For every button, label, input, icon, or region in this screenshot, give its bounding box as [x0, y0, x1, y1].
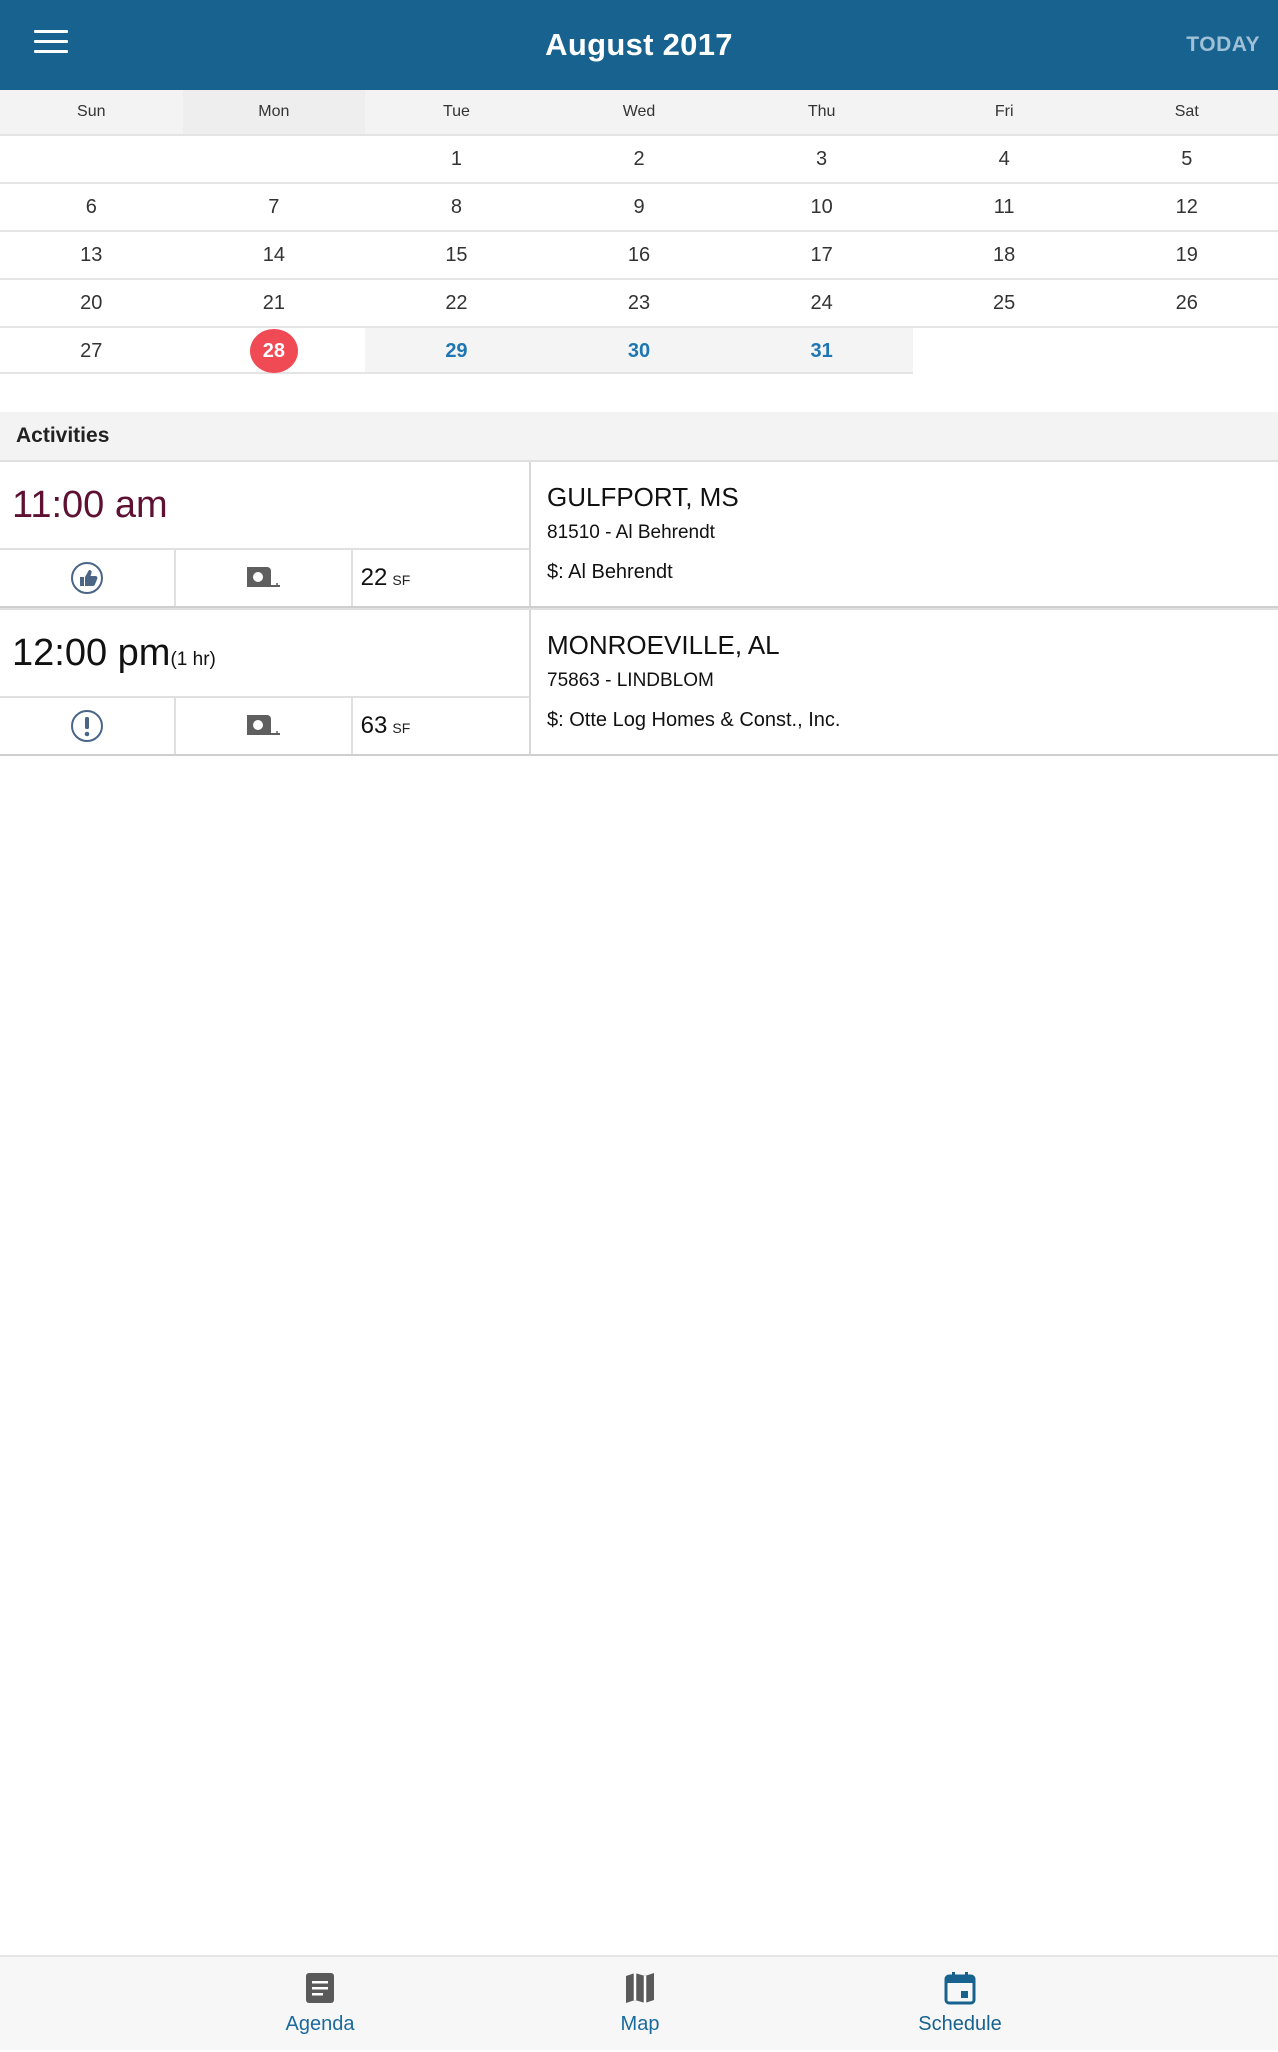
calendar-day-upcoming[interactable]: 29 [365, 328, 548, 374]
weekday-label: Wed [622, 103, 656, 120]
month-calendar: 1 2 3 4 5 6 7 8 9 10 11 12 13 14 15 16 1… [0, 134, 1278, 374]
activity-status-cell[interactable] [0, 550, 177, 606]
calendar-day[interactable]: 17 [730, 232, 913, 278]
calendar-day[interactable]: 26 [1095, 280, 1278, 326]
activity-customer: $: Otte Log Homes & Const., Inc. [547, 709, 841, 731]
map-icon [626, 1973, 654, 2003]
exclamation-icon [71, 710, 104, 742]
nav-schedule[interactable]: Schedule [860, 1957, 1060, 2052]
calendar-week: 6 7 8 9 10 11 12 [0, 184, 1278, 232]
calendar-week: 27 28 29 30 31 [0, 328, 1278, 374]
app-header: August 2017 TODAY [0, 0, 1278, 90]
nav-label: Map [620, 2013, 660, 2035]
square-feet-unit: SF [392, 720, 411, 736]
weekday-label: Mon [182, 90, 366, 134]
nav-map[interactable]: Map [540, 1957, 740, 2052]
calendar-day[interactable]: 7 [183, 184, 366, 230]
activity-time: 11:00 am [12, 462, 168, 548]
weekday-label: Fri [994, 103, 1014, 120]
calendar-day[interactable]: 4 [913, 136, 1096, 182]
calendar-day[interactable]: 6 [0, 184, 183, 230]
square-feet-value: 22 [360, 564, 388, 591]
calendar-day-empty [183, 136, 366, 182]
activity-status-cell[interactable] [0, 698, 177, 754]
activity-city: GULFPORT, MS [547, 482, 739, 512]
today-marker: 28 [249, 329, 298, 373]
agenda-icon [306, 1973, 334, 2003]
activities-heading: Activities [0, 412, 1278, 460]
activity-item[interactable]: 11:00 am 22 SF GULFPORT, MS 81510 - Al B… [0, 460, 1278, 608]
calendar-day[interactable]: 9 [548, 184, 731, 230]
calendar-day[interactable]: 21 [183, 280, 366, 326]
calendar-day-empty [0, 136, 183, 182]
activity-details: GULFPORT, MS 81510 - Al Behrendt $: Al B… [547, 462, 1278, 606]
calendar-day-empty [913, 328, 1096, 374]
calendar-day[interactable]: 2 [548, 136, 731, 182]
calendar-day[interactable]: 24 [730, 280, 913, 326]
activity-city: MONROEVILLE, AL [547, 630, 780, 660]
activity-sf-cell: 22 SF [353, 550, 529, 606]
calendar-day[interactable]: 19 [1095, 232, 1278, 278]
calendar-day[interactable]: 16 [548, 232, 731, 278]
calendar-day-empty [1095, 328, 1278, 374]
calendar-day-upcoming[interactable]: 30 [547, 328, 731, 374]
calendar-day[interactable]: 5 [1095, 136, 1278, 182]
activity-time: 12:00 pm(1 hr) [12, 610, 216, 696]
today-button[interactable]: TODAY [1186, 0, 1260, 90]
calendar-day[interactable]: 18 [913, 232, 1096, 278]
thumbs-up-icon [71, 562, 104, 594]
calendar-day[interactable]: 14 [183, 232, 366, 278]
calendar-day[interactable]: 22 [365, 280, 548, 326]
weekday-label: Sat [1174, 103, 1199, 120]
calendar-day[interactable]: 13 [0, 232, 183, 278]
tape-measure-icon [247, 715, 281, 735]
calendar-day[interactable]: 10 [730, 184, 913, 230]
activity-job: 75863 - LINDBLOM [547, 670, 714, 691]
activity-customer: $: Al Behrendt [547, 561, 673, 583]
nav-label: Agenda [285, 2013, 355, 2035]
activity-time-panel: 12:00 pm(1 hr) 63 SF [0, 610, 531, 754]
calendar-day[interactable]: 8 [365, 184, 548, 230]
calendar-day[interactable]: 12 [1095, 184, 1278, 230]
calendar-day[interactable]: 27 [0, 328, 183, 374]
activity-measure-cell[interactable] [176, 550, 353, 606]
calendar-day[interactable]: 1 [365, 136, 548, 182]
calendar-day[interactable]: 11 [913, 184, 1096, 230]
activity-item[interactable]: 12:00 pm(1 hr) 63 SF MONROEVILLE, AL 758… [0, 608, 1278, 756]
activity-icon-row: 63 SF [0, 696, 529, 754]
calendar-day-upcoming[interactable]: 31 [730, 328, 913, 374]
activity-job: 81510 - Al Behrendt [547, 522, 715, 543]
weekday-label: Thu [807, 103, 836, 120]
activity-time-value: 11:00 am [12, 484, 168, 526]
calendar-day[interactable]: 23 [548, 280, 731, 326]
activity-time-value: 12:00 pm [12, 632, 171, 674]
activity-icon-row: 22 SF [0, 548, 529, 606]
activity-time-panel: 11:00 am 22 SF [0, 462, 531, 606]
weekday-label: Tue [442, 103, 470, 120]
nav-label: Schedule [918, 2013, 1002, 2035]
calendar-week: 1 2 3 4 5 [0, 134, 1278, 184]
weekday-header: Sun Mon Tue Wed Thu Fri Sat [0, 90, 1278, 134]
activity-measure-cell[interactable] [176, 698, 353, 754]
activity-details: MONROEVILLE, AL 75863 - LINDBLOM $: Otte… [547, 610, 1278, 754]
calendar-day[interactable]: 3 [730, 136, 913, 182]
nav-agenda[interactable]: Agenda [220, 1957, 420, 2052]
page-title: August 2017 [545, 27, 733, 62]
square-feet-unit: SF [392, 572, 411, 588]
tape-measure-icon [247, 567, 281, 587]
square-feet-value: 63 [360, 712, 388, 739]
calendar-day[interactable]: 25 [913, 280, 1096, 326]
bottom-navigation: Agenda Map Schedule [0, 1955, 1278, 2050]
calendar-week: 13 14 15 16 17 18 19 [0, 232, 1278, 280]
calendar-day[interactable]: 15 [365, 232, 548, 278]
activity-sf-cell: 63 SF [353, 698, 529, 754]
calendar-day[interactable]: 20 [0, 280, 183, 326]
calendar-day-selected[interactable]: 28 [182, 328, 366, 374]
calendar-week: 20 21 22 23 24 25 26 [0, 280, 1278, 328]
activity-duration: (1 hr) [170, 649, 216, 670]
weekday-label: Sun [77, 103, 106, 120]
calendar-icon [944, 1972, 976, 2005]
